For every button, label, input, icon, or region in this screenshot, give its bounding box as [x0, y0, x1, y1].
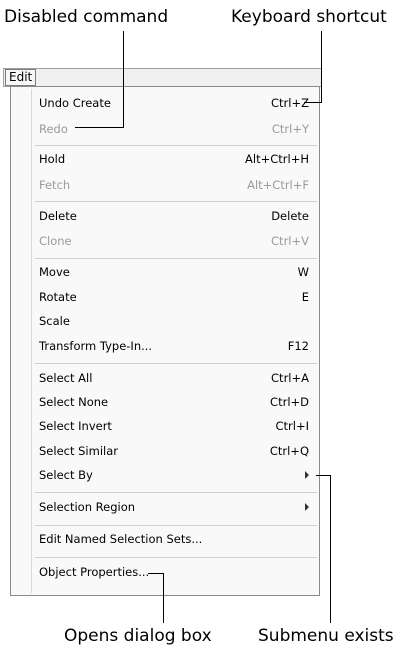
menu-item-scale[interactable]: Scale — [39, 312, 309, 330]
callout-opens-dialog-box: Opens dialog box — [64, 626, 212, 646]
menu-item-select-all[interactable]: Select All Ctrl+A — [39, 369, 309, 387]
menu-separator — [35, 258, 317, 259]
menu-item-undo-create[interactable]: Undo Create Ctrl+Z — [39, 94, 309, 112]
menu-item-label: Delete — [39, 209, 77, 223]
menu-item-shortcut: Ctrl+V — [271, 234, 309, 248]
menu-item-shortcut: Alt+Ctrl+H — [245, 152, 309, 166]
menu-item-shortcut: Ctrl+I — [275, 419, 310, 433]
menu-item-label: Selection Region — [39, 500, 136, 514]
menu-gutter — [31, 89, 32, 593]
menu-item-label: Hold — [39, 152, 66, 166]
callout-keyboard-shortcut: Keyboard shortcut — [231, 7, 387, 27]
menu-item-shortcut: Ctrl+Z — [271, 96, 309, 110]
leader-line-disabled-command-horizontal — [75, 127, 124, 128]
menu-item-label: Redo — [39, 122, 68, 136]
menu-item-label: Select Invert — [39, 419, 112, 433]
leader-line-keyboard-shortcut-horizontal — [304, 102, 322, 103]
menu-item-edit-named-selection-sets[interactable]: Edit Named Selection Sets... — [39, 530, 309, 548]
menu-item-label: Transform Type-In... — [39, 339, 153, 353]
menu-item-select-none[interactable]: Select None Ctrl+D — [39, 393, 309, 411]
edit-menu-dropdown: Undo Create Ctrl+Z Redo Ctrl+Y Hold Alt+… — [10, 86, 320, 596]
menu-item-delete[interactable]: Delete Delete — [39, 207, 309, 225]
menu-item-label: Scale — [39, 314, 70, 328]
menu-item-fetch: Fetch Alt+Ctrl+F — [39, 176, 309, 194]
menu-edit[interactable]: Edit — [5, 69, 37, 86]
menu-item-transform-type-in[interactable]: Transform Type-In... F12 — [39, 337, 309, 355]
menu-item-label: Edit Named Selection Sets... — [39, 532, 203, 546]
menu-item-object-properties[interactable]: Object Properties... — [39, 563, 309, 581]
callout-disabled-command: Disabled command — [4, 7, 169, 27]
leader-line-keyboard-shortcut — [321, 31, 322, 103]
menu-separator — [35, 525, 317, 526]
menu-separator — [35, 201, 317, 202]
menu-item-label: Rotate — [39, 290, 77, 304]
menu-separator — [35, 492, 317, 493]
leader-line-dialog-horizontal — [148, 573, 164, 574]
leader-line-submenu-exists — [330, 475, 331, 623]
menu-item-redo: Redo Ctrl+Y — [39, 120, 309, 138]
menu-item-label: Select All — [39, 371, 93, 385]
menu-item-clone: Clone Ctrl+V — [39, 232, 309, 250]
menu-item-shortcut: W — [297, 265, 309, 279]
menu-item-shortcut: Delete — [271, 209, 309, 223]
menu-item-select-invert[interactable]: Select Invert Ctrl+I — [39, 417, 309, 435]
menu-item-label: Object Properties... — [39, 565, 150, 579]
menu-item-shortcut: Ctrl+Y — [271, 122, 309, 136]
menu-item-label: Select None — [39, 395, 109, 409]
menu-item-select-similar[interactable]: Select Similar Ctrl+Q — [39, 442, 309, 460]
menu-item-shortcut: Ctrl+D — [270, 395, 309, 409]
menu-separator — [35, 557, 317, 558]
submenu-arrow-icon — [305, 503, 309, 511]
menu-item-shortcut: Ctrl+Q — [269, 444, 309, 458]
menu-item-label: Move — [39, 265, 70, 279]
menu-separator — [35, 145, 317, 146]
menu-item-shortcut: F12 — [287, 339, 309, 353]
menu-item-label: Fetch — [39, 178, 71, 192]
callout-submenu-exists: Submenu exists — [258, 626, 394, 646]
menu-item-label: Clone — [39, 234, 72, 248]
menu-item-hold[interactable]: Hold Alt+Ctrl+H — [39, 150, 309, 168]
menu-item-shortcut: E — [301, 290, 309, 304]
menu-item-shortcut: Alt+Ctrl+F — [247, 178, 309, 192]
leader-line-submenu-horizontal — [316, 475, 331, 476]
menu-item-label: Select By — [39, 468, 93, 482]
submenu-arrow-icon — [305, 471, 309, 479]
menu-separator — [35, 363, 317, 364]
menu-item-select-by[interactable]: Select By — [39, 466, 309, 484]
leader-line-disabled-command — [123, 31, 124, 128]
menu-item-label: Select Similar — [39, 444, 118, 458]
menu-item-rotate[interactable]: Rotate E — [39, 288, 309, 306]
menu-item-move[interactable]: Move W — [39, 263, 309, 281]
menu-item-label: Undo Create — [39, 96, 111, 110]
menu-item-selection-region[interactable]: Selection Region — [39, 498, 309, 516]
leader-line-opens-dialog-box — [163, 573, 164, 623]
menu-item-shortcut: Ctrl+A — [271, 371, 309, 385]
menu-bar: Edit — [3, 68, 322, 87]
